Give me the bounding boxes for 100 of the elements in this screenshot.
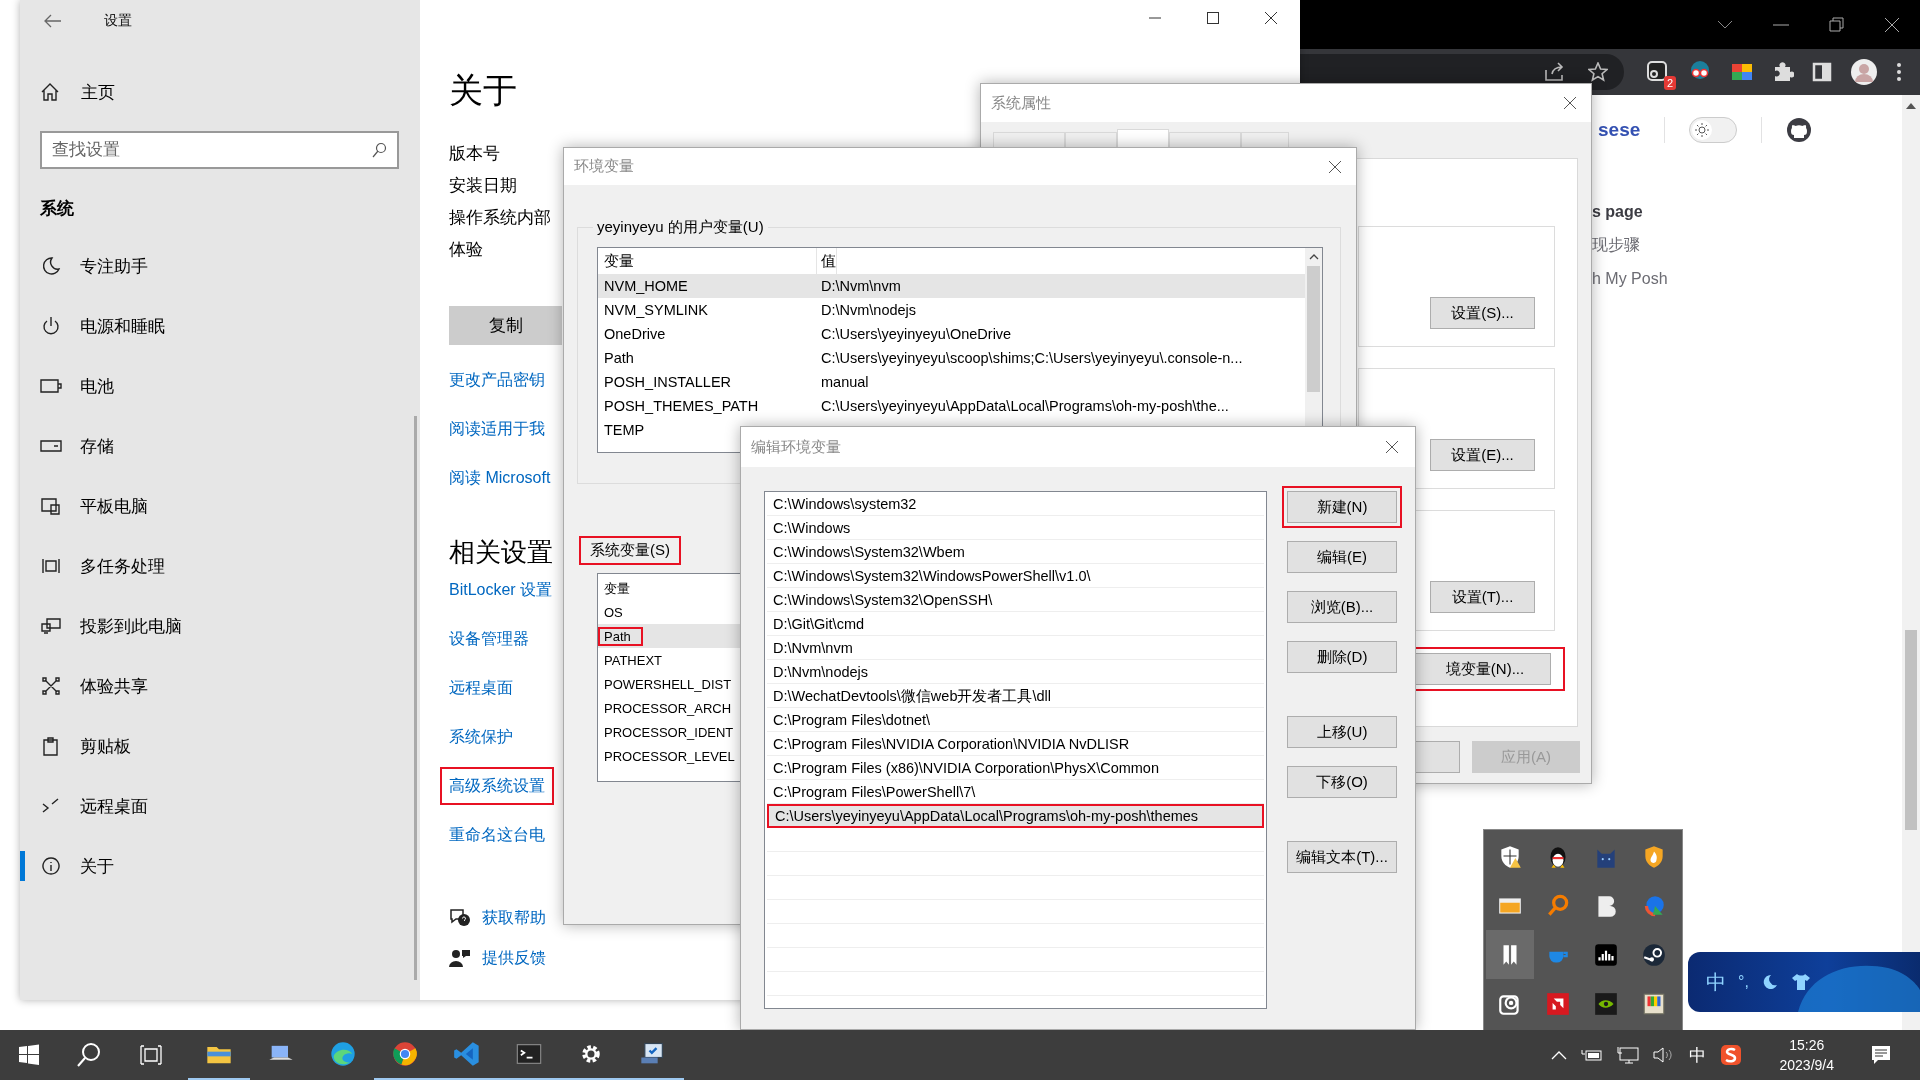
link[interactable]: BitLocker 设置 [440, 571, 562, 609]
dialog-button[interactable]: 编辑文本(T)... [1287, 841, 1397, 873]
list-item[interactable]: D:\Git\Git\cmd [767, 612, 1264, 636]
theme-toggle[interactable] [1689, 117, 1738, 143]
dialog-button[interactable]: 新建(N) [1287, 491, 1397, 523]
avatar-icon[interactable] [1850, 58, 1878, 86]
minimize-icon[interactable] [1773, 23, 1789, 26]
share-icon[interactable] [1544, 62, 1566, 82]
sidebar-icon[interactable] [1812, 62, 1832, 82]
list-item[interactable]: C:\Windows\System32\WindowsPowerShell\v1.0\ [767, 564, 1264, 588]
dialog-button[interactable]: 上移(U) [1287, 716, 1397, 748]
nav-item[interactable]: 电源和睡眠 [20, 296, 400, 356]
link[interactable]: 更改产品密钥 [449, 368, 545, 392]
app-icon[interactable] [1719, 1044, 1742, 1066]
nav-item[interactable]: 投影到此电脑 [20, 596, 400, 656]
close-icon[interactable] [1385, 440, 1399, 454]
input-mode[interactable]: 中 [1688, 1043, 1706, 1067]
github-icon[interactable] [1786, 117, 1813, 143]
puzzle-icon[interactable] [1772, 61, 1794, 83]
nav-item[interactable]: 存储 [20, 416, 400, 476]
list-item[interactable]: C:\Windows\System32\Wbem [767, 540, 1264, 564]
list-item[interactable]: D:\Nvm\nodejs [767, 660, 1264, 684]
dialog-button[interactable]: 删除(D) [1287, 641, 1397, 673]
input-mode[interactable]: 中 [1706, 968, 1726, 996]
link[interactable]: 阅读 Microsoft [449, 466, 551, 490]
settings-button[interactable]: 设置(E)... [1430, 439, 1535, 471]
table-row[interactable]: Path C:\Users\yeyinyeyu\scoop\shims;C:\Users\yeyinyeyu\.console-n... [598, 346, 1305, 370]
list-item[interactable]: C:\Program Files\dotnet\ [767, 708, 1264, 732]
clock-time[interactable]: 15:26 [1789, 1035, 1825, 1055]
table-row[interactable]: OneDrive C:\Users\yeyinyeyu\OneDrive [598, 322, 1305, 346]
link[interactable]: 高级系统设置 [440, 767, 554, 805]
nav-item[interactable]: 体验共享 [20, 656, 400, 716]
home-link[interactable]: 主页 [40, 72, 115, 112]
back-arrow-icon[interactable] [44, 14, 62, 28]
code-editor-icon[interactable] [453, 1040, 481, 1068]
shirt-icon[interactable] [1790, 973, 1811, 991]
list-item[interactable]: C:\Windows\system32 [767, 492, 1264, 516]
close-icon[interactable] [1563, 96, 1577, 110]
list-item[interactable]: C:\Program Files (x86)\NVIDIA Corporation\PhysX\Common [767, 756, 1264, 780]
network-icon[interactable] [1616, 1046, 1639, 1064]
link[interactable]: 提供反馈 [482, 946, 546, 970]
volume-icon[interactable] [1652, 1046, 1675, 1064]
notification-icon[interactable] [1870, 1044, 1892, 1066]
table-row[interactable]: POSH_THEMES_PATH C:\Users\yeyinyeyu\AppData\Local\Programs\oh-my-posh\the... [598, 394, 1305, 418]
nav-item[interactable]: 剪贴板 [20, 716, 400, 776]
nav-item[interactable]: 多任务处理 [20, 536, 400, 596]
steam-icon[interactable] [1641, 941, 1667, 968]
dialog-button[interactable]: 浏览(B)... [1287, 591, 1397, 623]
copy-button[interactable]: 复制 [449, 306, 562, 345]
search-field[interactable]: 查找设置 [40, 131, 399, 169]
search-icon[interactable] [371, 142, 387, 158]
scroll-up-icon[interactable] [1906, 103, 1916, 109]
browser-icon[interactable] [329, 1040, 357, 1068]
scroll-up-icon[interactable] [1308, 254, 1319, 260]
link[interactable]: 远程桌面 [440, 669, 522, 707]
search-icon[interactable] [76, 1042, 102, 1068]
nav-item[interactable]: 专注助手 [20, 236, 400, 296]
list-item[interactable]: C:\Users\yeyinyeyu\AppData\Local\Programs\oh-my-posh\themes [767, 804, 1264, 828]
nav-item[interactable]: 远程桌面 [20, 776, 400, 836]
punctuation-mode[interactable]: °, [1738, 973, 1749, 991]
close-icon[interactable] [1328, 159, 1342, 174]
nav-link[interactable]: sese [1598, 119, 1641, 141]
table-row[interactable]: NVM_HOME D:\Nvm\nvm [598, 274, 1305, 298]
scrollbar[interactable] [1902, 95, 1920, 1030]
settings-button[interactable]: 设置(S)... [1430, 297, 1535, 329]
start-button[interactable] [18, 1044, 40, 1066]
chevron-down-icon[interactable] [1717, 19, 1733, 30]
link[interactable]: 阅读适用于我 [449, 417, 545, 441]
outline-link[interactable]: h My Posh [1592, 270, 1668, 288]
clock-date[interactable]: 2023/9/4 [1779, 1055, 1834, 1075]
eye-logo-icon[interactable] [1593, 990, 1619, 1017]
link[interactable]: 设备管理器 [440, 620, 538, 658]
close-icon[interactable] [1884, 16, 1900, 33]
scroll-thumb[interactable] [1905, 630, 1917, 830]
task-view-icon[interactable] [140, 1044, 162, 1066]
dialog-button[interactable]: 编辑(E) [1287, 541, 1397, 573]
outline-link[interactable]: 现步骤 [1592, 235, 1640, 256]
column-header[interactable]: 变量 [598, 574, 642, 600]
chevron-up-icon[interactable] [1550, 1050, 1567, 1060]
link[interactable]: 重命名这台电 [440, 816, 554, 854]
list-item[interactable]: C:\Windows [767, 516, 1264, 540]
battery-icon[interactable] [1580, 1048, 1603, 1062]
star-icon[interactable] [1588, 62, 1608, 82]
menu-icon[interactable] [1896, 62, 1902, 82]
restore-icon[interactable] [1829, 17, 1844, 32]
magnifier-icon[interactable] [1545, 892, 1571, 919]
equalizer-icon[interactable] [1593, 941, 1619, 968]
dialog-button[interactable]: 下移(O) [1287, 766, 1397, 798]
list-item[interactable]: C:\Windows\System32\OpenSSH\ [767, 588, 1264, 612]
nav-item[interactable]: 平板电脑 [20, 476, 400, 536]
link[interactable]: 获取帮助 [482, 906, 546, 930]
nav-item[interactable]: 电池 [20, 356, 400, 416]
list-item[interactable]: D:\Nvm\nvm [767, 636, 1264, 660]
link[interactable]: 系统保护 [440, 718, 522, 756]
list-item[interactable]: D:\WechatDevtools\微信web开发者工具\dll [767, 684, 1264, 708]
list-item[interactable]: C:\Program Files\NVIDIA Corporation\NVIDIA NvDLISR [767, 732, 1264, 756]
table-row[interactable]: POSH_INSTALLER manual [598, 370, 1305, 394]
app-icon[interactable] [1545, 990, 1571, 1017]
settings-button[interactable]: 设置(T)... [1430, 581, 1535, 613]
table-row[interactable]: NVM_SYMLINK D:\Nvm\nodejs [598, 298, 1305, 322]
